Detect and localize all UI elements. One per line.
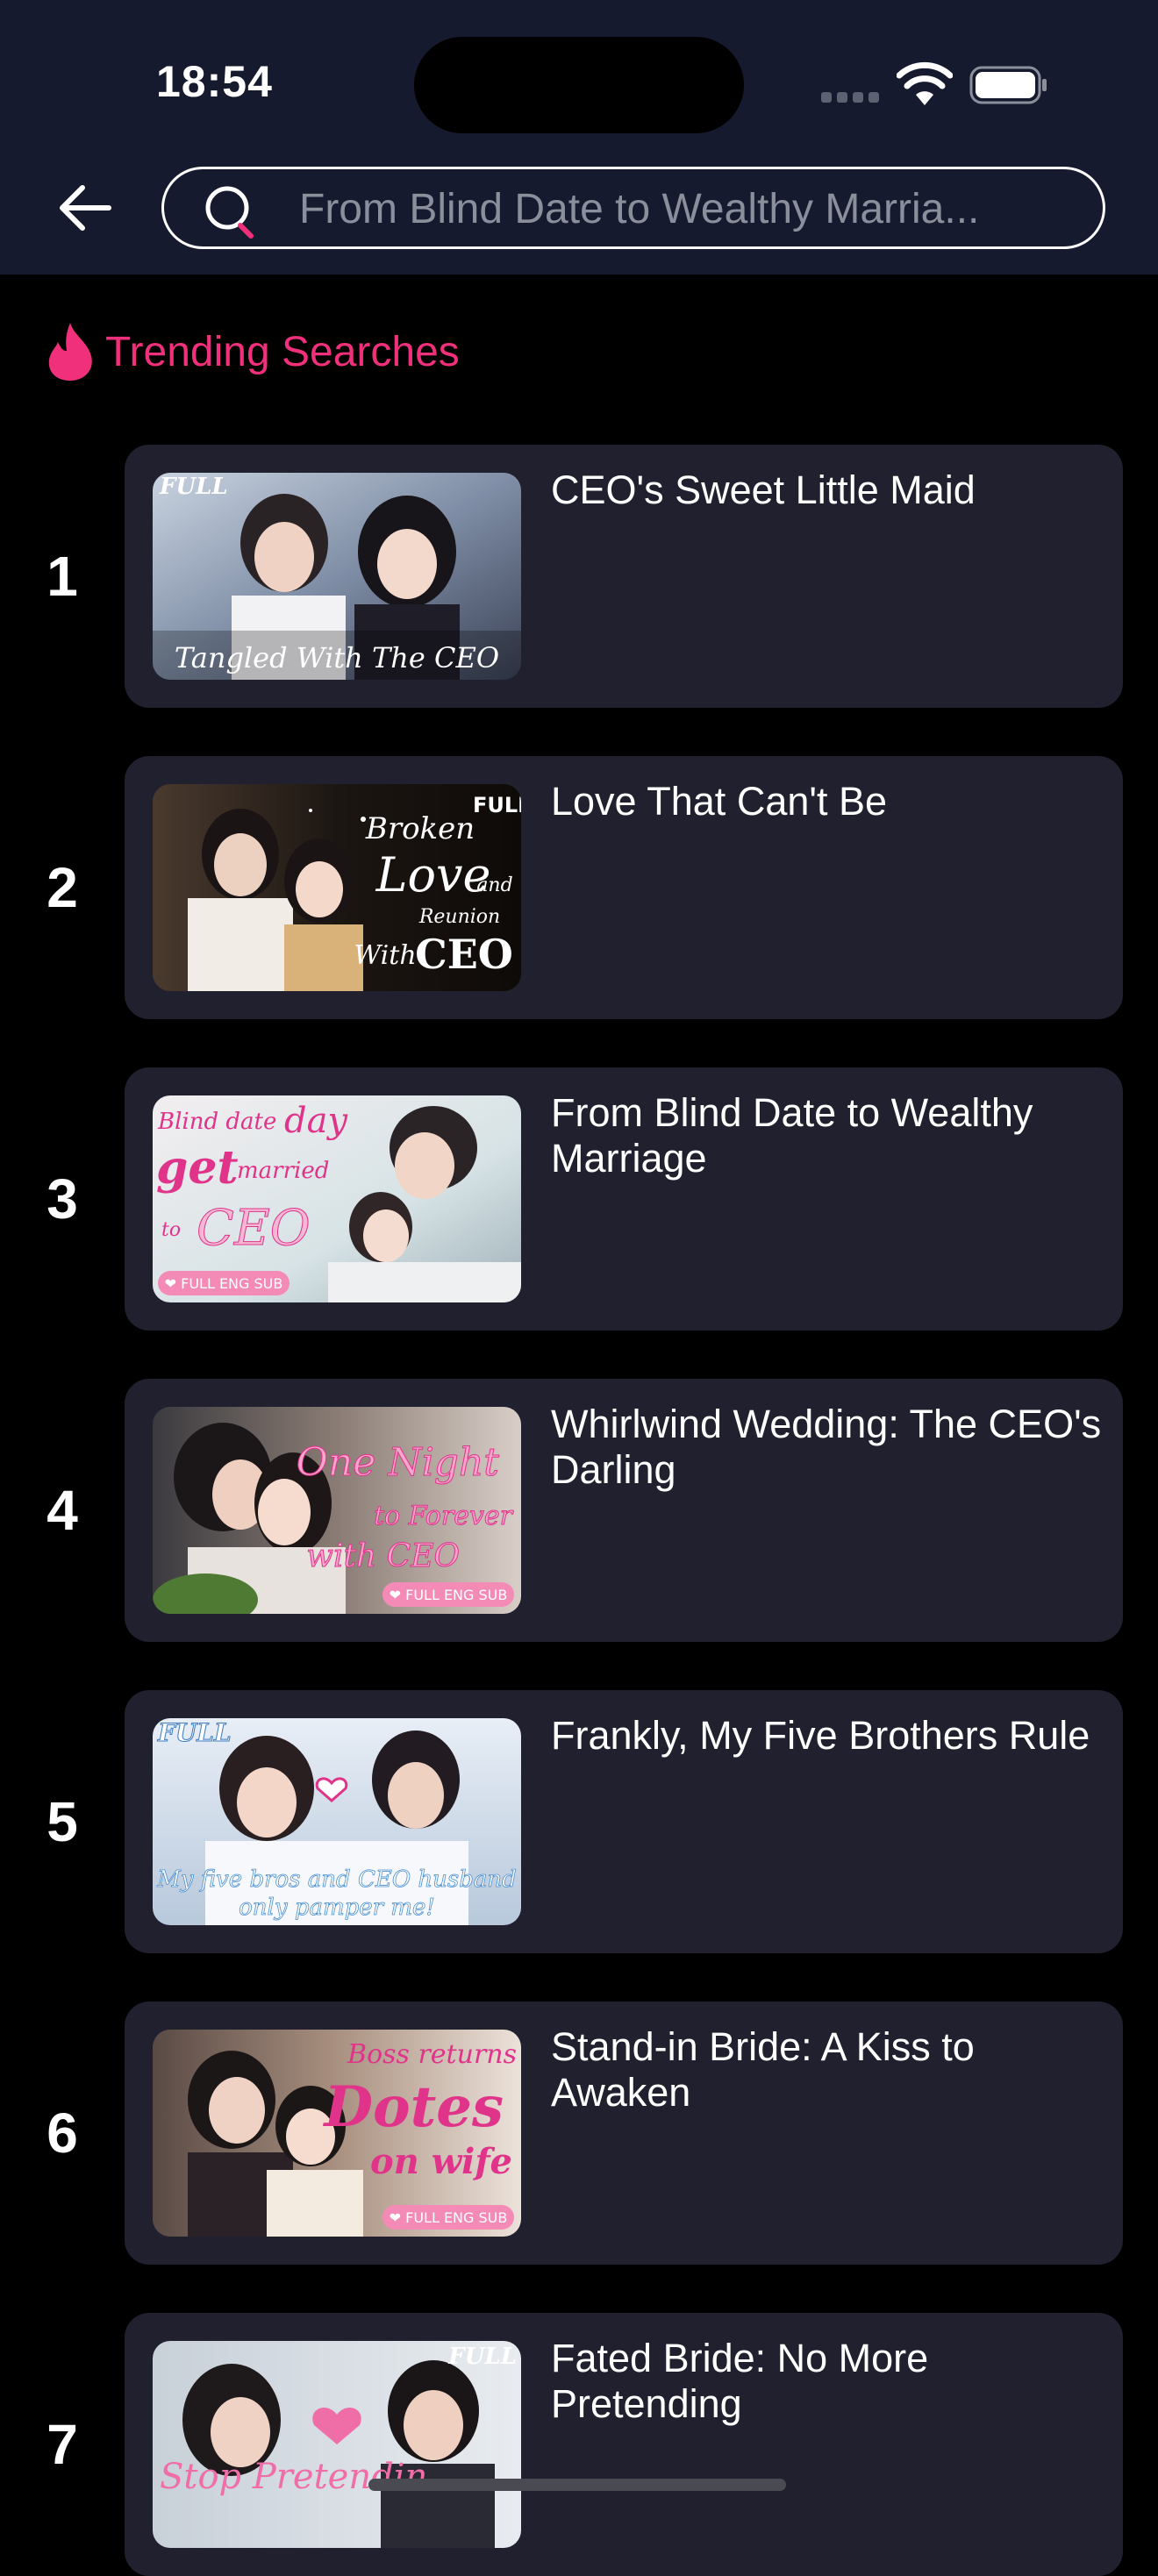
- drama-thumbnail[interactable]: Boss returns Dotes on wife ❤ FULL ENG SU…: [153, 2030, 521, 2237]
- svg-text:Blind date: Blind date: [157, 1109, 276, 1135]
- drama-card[interactable]: Boss returns Dotes on wife ❤ FULL ENG SU…: [125, 2002, 1123, 2265]
- svg-text:❤ FULL ENG SUB: ❤ FULL ENG SUB: [390, 2209, 508, 2226]
- drama-card[interactable]: FULL Stop Pretendin Fated Bride: No More…: [125, 2313, 1123, 2576]
- battery-icon: [969, 66, 1047, 104]
- drama-thumbnail[interactable]: FULL My five bros and CEO husband only p…: [153, 1718, 521, 1925]
- status-time: 18:54: [156, 57, 273, 106]
- drama-title[interactable]: Love That Can't Be: [551, 779, 1104, 824]
- drama-title[interactable]: Frankly, My Five Brothers Rule: [551, 1713, 1104, 1759]
- drama-title[interactable]: CEO's Sweet Little Maid: [551, 467, 1104, 513]
- rank-number: 6: [46, 2101, 78, 2165]
- trending-row[interactable]: 3 Blind date day get married to CEO ❤ FU…: [0, 1067, 1158, 1331]
- svg-text:❤ FULL ENG SUB: ❤ FULL ENG SUB: [390, 1587, 508, 1603]
- drama-title[interactable]: From Blind Date to Wealthy Marriage: [551, 1090, 1104, 1181]
- drama-title[interactable]: Stand-in Bride: A Kiss to Awaken: [551, 2024, 1104, 2116]
- drama-card[interactable]: FULL My five bros and CEO husband only p…: [125, 1690, 1123, 1953]
- svg-text:with CEO: with CEO: [306, 1538, 460, 1574]
- wifi-icon: [897, 61, 953, 105]
- search-input[interactable]: [297, 169, 1073, 248]
- drama-card[interactable]: FULL Broken Love and Reunion With CEO Lo…: [125, 756, 1123, 1019]
- svg-text:With: With: [354, 940, 416, 971]
- home-indicator[interactable]: [368, 2479, 786, 2491]
- rank-number: 2: [46, 856, 78, 919]
- drama-thumbnail[interactable]: FULL Tangled With The CEO: [153, 473, 521, 680]
- trending-header: Trending Searches: [44, 321, 460, 382]
- svg-text:to Forever: to Forever: [374, 1501, 514, 1531]
- svg-text:Stop Pretendin: Stop Pretendin: [160, 2457, 427, 2497]
- drama-thumbnail[interactable]: One Night to Forever with CEO ❤ FULL ENG…: [153, 1407, 521, 1614]
- drama-title[interactable]: Whirlwind Wedding: The CEO's Darling: [551, 1402, 1104, 1493]
- rank-number: 1: [46, 545, 78, 608]
- trending-row[interactable]: 2 FULL Broken Love and Reunion With CEO: [0, 756, 1158, 1019]
- svg-text:FULL: FULL: [159, 474, 228, 500]
- top-header: 18:54: [0, 0, 1158, 275]
- drama-card[interactable]: One Night to Forever with CEO ❤ FULL ENG…: [125, 1379, 1123, 1642]
- search-icon: [205, 186, 254, 239]
- section-title: Trending Searches: [105, 328, 460, 375]
- svg-text:married: married: [237, 1158, 329, 1184]
- flame-icon: [48, 323, 92, 381]
- svg-text:to: to: [161, 1219, 181, 1241]
- svg-text:One Night: One Night: [297, 1440, 500, 1485]
- trending-row[interactable]: 4 One Night to Forever with CEO ❤ FULL E…: [0, 1379, 1158, 1642]
- trending-row[interactable]: 7 FULL Stop Pretendin Fated Bride: No Mo…: [0, 2313, 1158, 2576]
- svg-text:Broken: Broken: [365, 811, 475, 846]
- svg-text:FULL: FULL: [447, 2344, 517, 2370]
- svg-text:❤ FULL ENG SUB: ❤ FULL ENG SUB: [165, 1275, 283, 1292]
- thumbnail-caption: Tangled With The CEO: [175, 641, 499, 674]
- drama-thumbnail[interactable]: FULL Stop Pretendin: [153, 2341, 521, 2548]
- svg-text:Love: Love: [375, 847, 491, 903]
- svg-text:and: and: [476, 874, 512, 896]
- rank-number: 5: [46, 1790, 78, 1853]
- drama-thumbnail[interactable]: Blind date day get married to CEO ❤ FULL…: [153, 1095, 521, 1302]
- rank-number: 4: [46, 1479, 78, 1542]
- search-bar[interactable]: [161, 167, 1105, 249]
- svg-text:only pamper me!: only pamper me!: [239, 1895, 435, 1921]
- drama-card[interactable]: FULL Tangled With The CEO CEO's Sweet Li…: [125, 445, 1123, 708]
- dynamic-island: [414, 37, 744, 133]
- svg-text:day: day: [284, 1101, 348, 1141]
- svg-text:Dotes: Dotes: [323, 2074, 504, 2140]
- drama-thumbnail[interactable]: FULL Broken Love and Reunion With CEO: [153, 784, 521, 991]
- cellular-signal-icon: [821, 91, 884, 107]
- svg-text:Reunion: Reunion: [418, 906, 500, 928]
- svg-text:on wife: on wife: [370, 2141, 512, 2182]
- svg-text:Boss returns: Boss returns: [347, 2039, 517, 2070]
- trending-row[interactable]: 5 FULL My five bros and CEO husband only…: [0, 1690, 1158, 1953]
- svg-text:CEO: CEO: [197, 1200, 311, 1257]
- rank-number: 7: [46, 2413, 78, 2476]
- svg-text:get: get: [156, 1141, 238, 1195]
- svg-text:CEO: CEO: [415, 931, 513, 978]
- drama-title[interactable]: Fated Bride: No More Pretending: [551, 2336, 1104, 2427]
- svg-text:FULL: FULL: [157, 1718, 232, 1747]
- back-arrow-icon[interactable]: [53, 175, 118, 240]
- trending-row[interactable]: 1 FULL Tangled With The CEO CEO's Sweet …: [0, 445, 1158, 708]
- rank-number: 3: [46, 1167, 78, 1231]
- drama-card[interactable]: Blind date day get married to CEO ❤ FULL…: [125, 1067, 1123, 1331]
- trending-row[interactable]: 6 Boss returns Dotes on wife ❤ FULL ENG …: [0, 2002, 1158, 2265]
- svg-text:My five bros and CEO husband: My five bros and CEO husband: [156, 1866, 517, 1893]
- svg-text:FULL: FULL: [473, 793, 521, 817]
